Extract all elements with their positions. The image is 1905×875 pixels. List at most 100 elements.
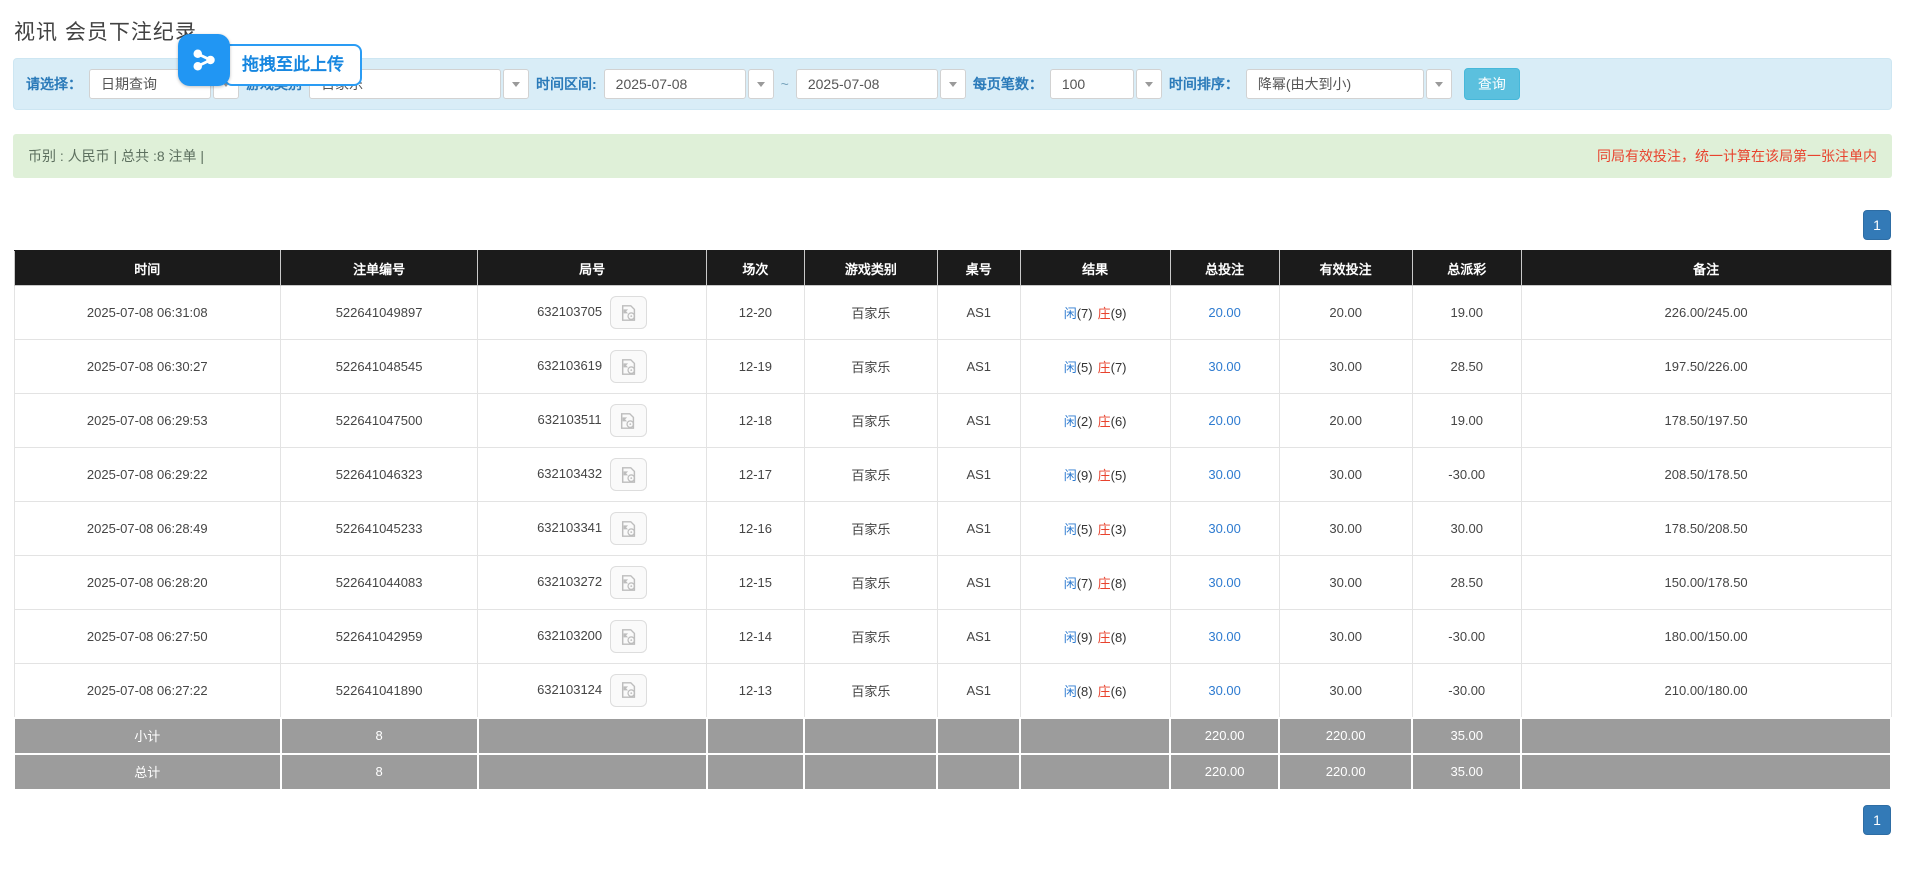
search-button[interactable]: 查询 (1464, 68, 1520, 100)
cell-round-id: 632103511 (478, 394, 707, 448)
table-row: 2025-07-08 06:31:08 522641049897 6321037… (14, 286, 1891, 340)
player-result-label: 闲 (1064, 522, 1077, 537)
video-replay-button[interactable] (610, 512, 647, 545)
cell-total-bet: 30.00 (1170, 448, 1279, 502)
table-row: 2025-07-08 06:28:20 522641044083 6321032… (14, 556, 1891, 610)
total-payout: 35.00 (1412, 754, 1521, 790)
cell-bet-id: 522641041890 (281, 664, 478, 718)
cell-game-type: 百家乐 (804, 286, 937, 340)
player-result-label: 闲 (1064, 360, 1077, 375)
banker-result-label: 庄 (1098, 522, 1111, 537)
page-size-select[interactable]: 100 (1050, 69, 1162, 99)
video-replay-button[interactable] (610, 620, 647, 653)
player-result-label: 闲 (1064, 414, 1077, 429)
banker-result-label: 庄 (1098, 468, 1111, 483)
page-1-button[interactable]: 1 (1863, 805, 1891, 835)
cell-time: 2025-07-08 06:28:49 (14, 502, 281, 556)
cell-valid-bet: 30.00 (1279, 664, 1412, 718)
date-range-label: 时间区间: (536, 74, 597, 94)
chevron-down-icon[interactable] (940, 69, 966, 99)
date-range-separator: ~ (781, 76, 789, 92)
header-valid-bet: 有效投注 (1279, 251, 1412, 286)
cell-total-bet: 30.00 (1170, 340, 1279, 394)
cell-valid-bet: 30.00 (1279, 556, 1412, 610)
cell-time: 2025-07-08 06:27:50 (14, 610, 281, 664)
cell-session: 12-15 (707, 556, 805, 610)
table-row: 2025-07-08 06:27:22 522641041890 6321031… (14, 664, 1891, 718)
video-replay-button[interactable] (610, 458, 647, 491)
cell-valid-bet: 30.00 (1279, 610, 1412, 664)
header-note: 备注 (1521, 251, 1891, 286)
chevron-down-icon[interactable] (1136, 69, 1162, 99)
cell-game-type: 百家乐 (804, 340, 937, 394)
cell-valid-bet: 20.00 (1279, 286, 1412, 340)
cell-time: 2025-07-08 06:30:27 (14, 340, 281, 394)
video-replay-button[interactable] (610, 566, 647, 599)
cell-game-type: 百家乐 (804, 448, 937, 502)
time-sort-label: 时间排序： (1169, 74, 1239, 94)
total-bet-link[interactable]: 20.00 (1208, 305, 1241, 320)
cell-note: 210.00/180.00 (1521, 664, 1891, 718)
page-1-button[interactable]: 1 (1863, 210, 1891, 240)
video-replay-button[interactable] (610, 350, 647, 383)
cell-bet-id: 522641049897 (281, 286, 478, 340)
pagination-top: 1 (13, 210, 1891, 240)
total-bet-link[interactable]: 30.00 (1208, 683, 1241, 698)
time-sort-value: 降幂(由大到小) (1246, 69, 1424, 99)
cell-valid-bet: 20.00 (1279, 394, 1412, 448)
cell-result: 闲(5)庄(7) (1020, 340, 1170, 394)
banker-result-label: 庄 (1098, 630, 1111, 645)
total-bet-link[interactable]: 20.00 (1208, 413, 1241, 428)
cell-round-id: 632103705 (478, 286, 707, 340)
header-bet-id: 注单编号 (281, 251, 478, 286)
cell-session: 12-14 (707, 610, 805, 664)
cell-payout: 19.00 (1412, 286, 1521, 340)
cell-note: 208.50/178.50 (1521, 448, 1891, 502)
total-label: 总计 (14, 754, 281, 790)
video-replay-button[interactable] (610, 674, 647, 707)
date-to-value: 2025-07-08 (796, 69, 938, 99)
cell-note: 178.50/197.50 (1521, 394, 1891, 448)
drag-upload-overlay[interactable]: 拖拽至此上传 (178, 34, 362, 86)
cell-game-type: 百家乐 (804, 610, 937, 664)
date-from-select[interactable]: 2025-07-08 (604, 69, 774, 99)
page-size-value: 100 (1050, 69, 1134, 99)
cell-payout: 19.00 (1412, 394, 1521, 448)
total-bet-link[interactable]: 30.00 (1208, 521, 1241, 536)
chevron-down-icon[interactable] (503, 69, 529, 99)
total-bet-link[interactable]: 30.00 (1208, 575, 1241, 590)
cell-valid-bet: 30.00 (1279, 340, 1412, 394)
cell-payout: -30.00 (1412, 664, 1521, 718)
chevron-down-icon[interactable] (748, 69, 774, 99)
banker-result-label: 庄 (1098, 360, 1111, 375)
date-to-select[interactable]: 2025-07-08 (796, 69, 966, 99)
cell-note: 180.00/150.00 (1521, 610, 1891, 664)
cell-round-id: 632103619 (478, 340, 707, 394)
total-bet-link[interactable]: 30.00 (1208, 467, 1241, 482)
cell-payout: 28.50 (1412, 556, 1521, 610)
subtotal-count: 8 (281, 718, 478, 754)
date-from-value: 2025-07-08 (604, 69, 746, 99)
time-sort-select[interactable]: 降幂(由大到小) (1246, 69, 1452, 99)
cell-time: 2025-07-08 06:28:20 (14, 556, 281, 610)
cell-total-bet: 20.00 (1170, 394, 1279, 448)
video-replay-button[interactable] (610, 296, 647, 329)
header-round-id: 局号 (478, 251, 707, 286)
player-result-label: 闲 (1064, 576, 1077, 591)
grand-total-row: 总计 8 220.00 220.00 35.00 (14, 754, 1891, 790)
video-replay-icon (618, 412, 638, 430)
currency-total-text: 币别 : 人民币 | 总共 :8 注单 | (28, 146, 204, 166)
cell-time: 2025-07-08 06:31:08 (14, 286, 281, 340)
cell-valid-bet: 30.00 (1279, 502, 1412, 556)
subtotal-total-bet: 220.00 (1170, 718, 1279, 754)
total-bet-link[interactable]: 30.00 (1208, 359, 1241, 374)
page-size-label: 每页笔数： (973, 74, 1043, 94)
cell-bet-id: 522641046323 (281, 448, 478, 502)
chevron-down-icon[interactable] (1426, 69, 1452, 99)
cell-result: 闲(7)庄(9) (1020, 286, 1170, 340)
cell-session: 12-19 (707, 340, 805, 394)
cell-table-no: AS1 (937, 610, 1020, 664)
video-replay-button[interactable] (610, 404, 647, 437)
cell-total-bet: 30.00 (1170, 502, 1279, 556)
total-bet-link[interactable]: 30.00 (1208, 629, 1241, 644)
